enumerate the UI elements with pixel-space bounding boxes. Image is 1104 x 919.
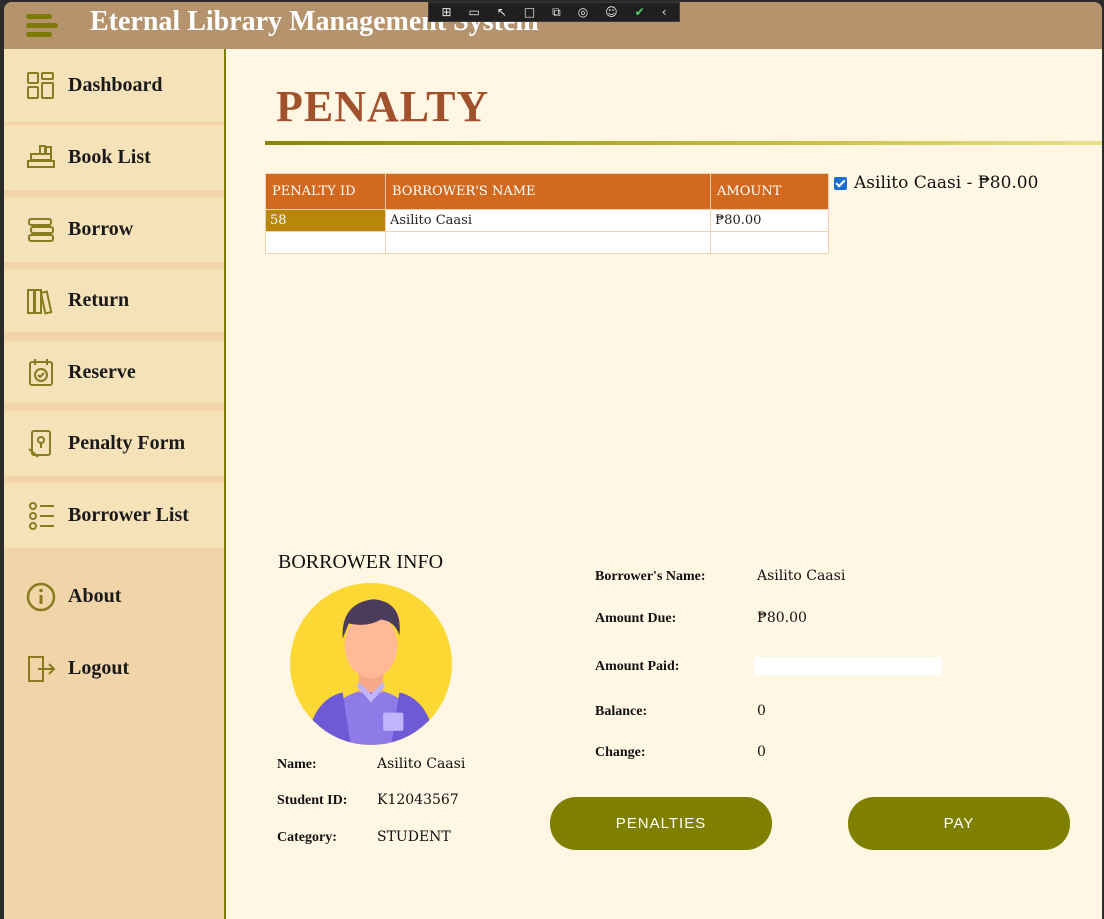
books-icon xyxy=(27,144,55,168)
column-header-amount[interactable]: AMOUNT xyxy=(710,173,829,210)
borrower-name-label: Borrower's Name: xyxy=(595,569,706,584)
change-label: Change: xyxy=(595,745,646,760)
book-shelf-icon xyxy=(27,288,53,315)
checkbox[interactable] xyxy=(834,176,847,190)
sidebar-item-borrower-list[interactable]: Borrower List xyxy=(4,483,224,548)
category-label: Category: xyxy=(277,830,337,845)
sidebar-item-book-list[interactable]: Book List xyxy=(4,125,224,190)
penalties-button[interactable]: PENALTIES xyxy=(550,797,772,850)
sidebar-item-label: Book List xyxy=(68,146,151,168)
reserve-icon xyxy=(29,359,53,386)
book-stack-icon xyxy=(28,217,54,242)
pay-button[interactable]: PAY xyxy=(848,797,1070,850)
collapse-icon[interactable]: ‹ xyxy=(662,5,667,19)
category-value: STUDENT xyxy=(377,829,451,845)
amount-paid-input[interactable] xyxy=(754,657,942,675)
check-icon[interactable]: ✔ xyxy=(635,5,645,19)
checkbox-label: Asilito Caasi - ₱80.00 xyxy=(854,173,1039,193)
sidebar-item-borrow[interactable]: Borrow xyxy=(4,197,224,262)
penalty-icon xyxy=(28,429,51,458)
app-window: Eternal Library Management System ⊞ ▭ ↖ … xyxy=(4,2,1102,919)
accessibility-icon[interactable]: ☺ xyxy=(605,5,618,19)
avatar xyxy=(290,583,452,745)
title-divider xyxy=(265,141,1102,145)
track-focus-icon[interactable]: ⧉ xyxy=(552,5,561,20)
amount-due-label: Amount Due: xyxy=(595,611,677,626)
sidebar-item-return[interactable]: Return xyxy=(4,269,224,332)
sidebar-item-dashboard[interactable]: Dashboard xyxy=(4,49,224,122)
borrower-info-title: BORROWER INFO xyxy=(278,551,444,573)
cell-empty[interactable] xyxy=(385,231,711,254)
page-title: PENALTY xyxy=(276,82,490,131)
logout-icon xyxy=(28,655,56,682)
sidebar-item-label: Reserve xyxy=(68,360,136,383)
sidebar-item-label: Logout xyxy=(68,657,130,679)
frame-icon[interactable]: □ xyxy=(524,5,535,19)
record-icon[interactable]: ▭ xyxy=(469,5,480,19)
borrower-name-value: Asilito Caasi xyxy=(757,568,846,584)
penalty-checkbox-item[interactable]: Asilito Caasi - ₱80.00 xyxy=(834,173,1038,193)
table-header-row: PENALTY ID BORROWER'S NAME AMOUNT xyxy=(265,173,829,210)
amount-due-value: ₱80.00 xyxy=(757,610,807,626)
live-tree-icon[interactable]: ⊞ xyxy=(441,5,451,19)
sidebar-item-reserve[interactable]: Reserve xyxy=(4,341,224,403)
balance-label: Balance: xyxy=(595,704,648,719)
sidebar-item-label: About xyxy=(68,585,122,607)
cell-amount[interactable]: ₱80.00 xyxy=(710,209,829,232)
table-row[interactable]: 58 Asilito Caasi ₱80.00 xyxy=(265,209,829,232)
student-id-label: Student ID: xyxy=(277,793,348,808)
dev-toolbar: ⊞ ▭ ↖ □ ⧉ ◎ ☺ ✔ ‹ xyxy=(428,2,680,22)
sidebar-item-label: Dashboard xyxy=(68,74,163,96)
penalty-table: PENALTY ID BORROWER'S NAME AMOUNT 58 Asi… xyxy=(265,173,829,254)
column-header-penalty-id[interactable]: PENALTY ID xyxy=(265,173,386,210)
title-bar: Eternal Library Management System ⊞ ▭ ↖ … xyxy=(4,2,1102,49)
cell-borrower-name[interactable]: Asilito Caasi xyxy=(385,209,711,232)
sidebar-item-logout[interactable]: Logout xyxy=(4,636,224,701)
column-header-borrower-name[interactable]: BORROWER'S NAME xyxy=(385,173,711,210)
sidebar-item-about[interactable]: About xyxy=(4,564,224,629)
sidebar-item-label: Borrower List xyxy=(68,504,189,526)
sidebar-item-label: Borrow xyxy=(68,218,134,240)
sidebar-item-label: Return xyxy=(68,289,130,311)
cell-penalty-id[interactable]: 58 xyxy=(265,209,386,232)
balance-value: 0 xyxy=(757,703,766,719)
change-value: 0 xyxy=(757,744,766,760)
sidebar-item-label: Penalty Form xyxy=(68,432,186,454)
borrower-list-icon xyxy=(29,501,54,530)
sidebar-item-penalty-form[interactable]: Penalty Form xyxy=(4,411,224,476)
name-value: Asilito Caasi xyxy=(377,756,466,772)
hot-reload-icon[interactable]: ◎ xyxy=(578,5,588,19)
student-id-value: K12043567 xyxy=(377,792,459,808)
sidebar: Dashboard Book List Borrow Return Reserv… xyxy=(4,49,226,919)
select-icon[interactable]: ↖ xyxy=(497,5,507,19)
menu-icon[interactable] xyxy=(26,12,58,40)
info-icon xyxy=(26,582,56,611)
table-row-new[interactable] xyxy=(265,231,829,254)
amount-paid-label: Amount Paid: xyxy=(595,659,680,674)
cell-empty[interactable] xyxy=(265,231,386,254)
name-label: Name: xyxy=(277,757,317,772)
main-content: PENALTY PENALTY ID BORROWER'S NAME AMOUN… xyxy=(226,49,1102,919)
dashboard-icon xyxy=(27,71,54,99)
cell-empty[interactable] xyxy=(710,231,829,254)
